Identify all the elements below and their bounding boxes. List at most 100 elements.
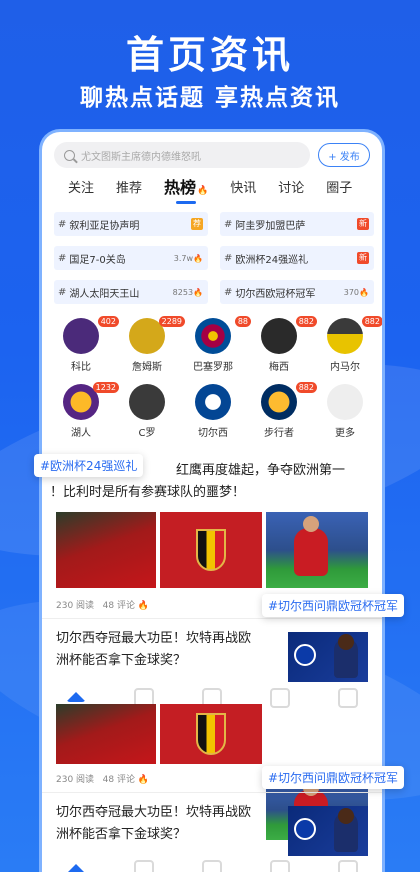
chelsea-badge-icon	[294, 818, 316, 840]
tab-recommend[interactable]: 推荐	[116, 177, 142, 196]
avatar-name: 内马尔	[330, 362, 360, 373]
barcelona-logo: 88	[195, 316, 251, 354]
hot-count: 8253🔥	[172, 287, 203, 297]
hash-icon: #	[224, 286, 233, 298]
tab-hot-list[interactable]: 热榜🔥	[164, 174, 209, 204]
tab-discuss[interactable]: 讨论	[278, 177, 304, 196]
avatar-cristiano[interactable]: C罗	[116, 384, 178, 439]
chart-icon[interactable]	[270, 860, 290, 872]
more-icon	[327, 384, 363, 420]
search-placeholder: 尤文图斯主席德内德维怒吼	[81, 151, 201, 163]
hot-topic-item[interactable]: # 湖人太阳天王山 8253🔥	[54, 280, 208, 304]
chelsea-badge-icon	[294, 644, 316, 666]
avatar-name: 詹姆斯	[132, 362, 162, 373]
avatar-name: 巴塞罗那	[193, 362, 233, 373]
hash-icon: #	[224, 252, 233, 264]
hash-icon: #	[58, 218, 67, 230]
flame-icon: 🔥	[197, 186, 209, 196]
tab-bar: 关注 推荐 热榜🔥 快讯 讨论 圈子	[42, 172, 382, 204]
player-head	[303, 516, 319, 532]
bottom-tab-bar	[42, 860, 382, 872]
avatar-name: 梅西	[269, 362, 289, 373]
avatar-name: 科比	[71, 362, 91, 373]
chelsea-logo	[195, 384, 231, 420]
floating-hashtag[interactable]: #切尔西问鼎欧冠杯冠军	[262, 766, 405, 789]
article-title-line[interactable]: 切尔西夺冠最大功臣！坎特再战欧	[56, 628, 251, 650]
article-image[interactable]	[160, 704, 262, 764]
tab-circle[interactable]: 圈子	[326, 177, 352, 196]
calendar-icon[interactable]	[134, 860, 154, 872]
avatar-more[interactable]: 更多	[314, 384, 376, 439]
article-thumbnail[interactable]	[288, 632, 368, 682]
article-image[interactable]	[56, 704, 156, 764]
hot-topic-item[interactable]: # 切尔西欧冠杯冠军 370🔥	[220, 280, 374, 304]
search-input[interactable]: 尤文图斯主席德内德维怒吼	[54, 142, 310, 168]
avatar-name: 更多	[335, 428, 355, 439]
recommend-badge: 荐	[191, 218, 203, 230]
hot-topic-item[interactable]: # 国足7-0关岛 3.7w🔥	[54, 246, 208, 270]
belgium-crest-icon	[196, 713, 226, 755]
article-meta: 230 阅读 48 评论 🔥	[56, 775, 150, 785]
avatar-kobe[interactable]: 402 科比	[50, 316, 119, 373]
avatar-count: 882	[361, 316, 382, 327]
article-title-line[interactable]: 切尔西夺冠最大功臣！坎特再战欧	[56, 802, 251, 824]
tab-flash[interactable]: 快讯	[230, 177, 256, 196]
divider	[42, 792, 382, 793]
hash-icon: #	[58, 252, 67, 264]
article-thumbnail[interactable]	[288, 806, 368, 856]
avatar-pacers[interactable]: 882 步行者	[248, 382, 317, 439]
home-icon[interactable]	[66, 864, 86, 872]
new-badge: 新	[357, 252, 369, 264]
article-title-line[interactable]: 洲杯能否拿下金球奖？	[56, 650, 186, 672]
pacers-logo: 882	[261, 382, 317, 420]
hero-title: 首页资讯	[125, 33, 294, 77]
avatar-barcelona[interactable]: 88 巴塞罗那	[182, 316, 251, 373]
home-icon	[66, 692, 86, 702]
hot-topic-item[interactable]: # 叙利亚足协声明 荐	[54, 212, 208, 236]
divider	[42, 618, 382, 619]
tab-underline	[176, 201, 197, 204]
avatar-james[interactable]: 2289 詹姆斯	[116, 316, 185, 373]
avatar: 2289	[129, 316, 185, 354]
player-head	[338, 808, 354, 824]
tab-follow[interactable]: 关注	[68, 177, 94, 196]
avatar-chelsea[interactable]: 切尔西	[182, 384, 244, 439]
hash-icon: #	[58, 286, 67, 298]
hot-topic-item[interactable]: # 阿圭罗加盟巴萨 新	[220, 212, 374, 236]
article-meta: 230 阅读 48 评论 🔥	[56, 601, 150, 611]
floating-hashtag[interactable]: #切尔西问鼎欧冠杯冠军	[262, 594, 405, 617]
avatar-name: 湖人	[71, 428, 91, 439]
avatar: 882	[261, 316, 317, 354]
post-button[interactable]: + 发布	[318, 143, 370, 167]
article-title-line[interactable]: ！比利时是所有参赛球队的噩梦！	[50, 482, 245, 504]
floating-hashtag[interactable]: #欧洲杯24强巡礼	[34, 454, 144, 477]
search-bar: 尤文图斯主席德内德维怒吼 + 发布	[54, 142, 374, 168]
hero-subtitle: 聊热点话题 享热点资讯	[79, 85, 340, 111]
lakers-logo: 1232	[63, 382, 119, 420]
discover-icon[interactable]	[202, 860, 222, 872]
profile-icon	[338, 688, 358, 708]
player-figure	[294, 528, 328, 576]
avatar-name: 步行者	[264, 428, 294, 439]
profile-icon[interactable]	[338, 860, 358, 872]
avatar-messi[interactable]: 882 梅西	[248, 316, 317, 373]
article-image[interactable]	[266, 512, 368, 588]
article-title-line[interactable]: 洲杯能否拿下金球奖？	[56, 824, 186, 846]
hot-count: 3.7w🔥	[173, 253, 203, 263]
avatar-name: 切尔西	[198, 428, 228, 439]
hot-count: 370🔥	[343, 287, 369, 297]
search-icon	[64, 149, 75, 161]
chart-icon	[270, 688, 290, 708]
new-badge: 新	[357, 218, 369, 230]
avatar-neymar[interactable]: 882 内马尔	[314, 316, 382, 373]
avatar	[129, 384, 165, 420]
article-image[interactable]	[160, 512, 262, 588]
article-title-line[interactable]: 红鹰再度雄起，争夺欧洲第一	[176, 460, 345, 482]
avatar: 882	[327, 316, 382, 354]
hot-topic-item[interactable]: # 欧洲杯24强巡礼 新	[220, 246, 374, 270]
avatar-lakers[interactable]: 1232 湖人	[50, 382, 119, 439]
belgium-crest-icon	[196, 529, 226, 571]
hash-icon: #	[224, 218, 233, 230]
article-image[interactable]	[56, 512, 156, 588]
phone-screen: 尤文图斯主席德内德维怒吼 + 发布 关注 推荐 热榜🔥 快讯 讨论 圈子 # 叙…	[42, 132, 382, 872]
